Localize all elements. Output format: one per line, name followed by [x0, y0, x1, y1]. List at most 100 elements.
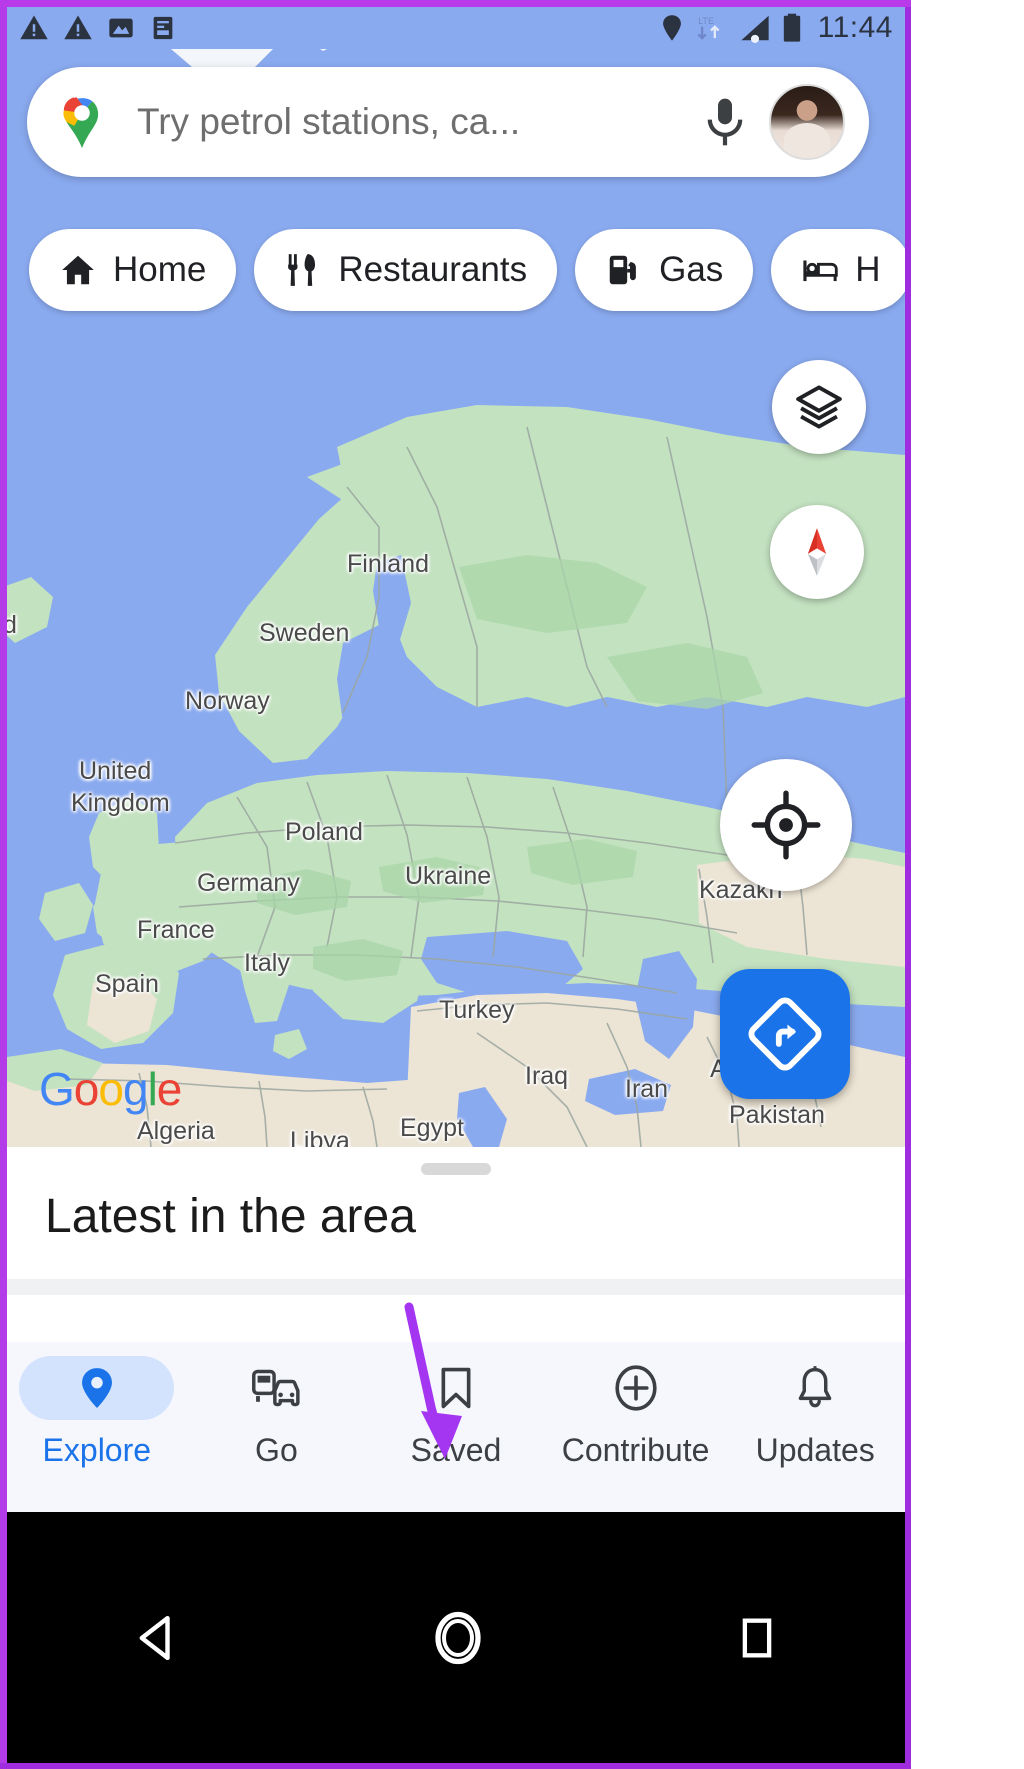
search-input[interactable]: Try petrol stations, ca...: [137, 101, 697, 143]
map-label: Algeria: [137, 1117, 215, 1145]
status-bar-clock: 11:44: [817, 11, 893, 44]
avatar[interactable]: [769, 84, 845, 160]
capture-border: [0, 1763, 911, 1769]
logo-letter: o: [73, 1063, 100, 1115]
chip-hotels[interactable]: H: [771, 228, 905, 311]
map-label: Iraq: [525, 1062, 569, 1090]
nav-icon-wrap: [738, 1356, 893, 1420]
compass-button[interactable]: [770, 505, 864, 599]
gas-pump-icon: [609, 255, 636, 284]
triangle-back-icon[interactable]: [129, 1610, 185, 1666]
google-logo: Google: [39, 1062, 183, 1116]
layers-button[interactable]: [772, 360, 866, 454]
svg-text:LTE: LTE: [698, 16, 714, 26]
plus-circle-icon: [614, 1365, 657, 1411]
warning-icon: [64, 15, 92, 40]
map-label: Pakistan: [729, 1101, 825, 1129]
bell-icon: [798, 1366, 832, 1408]
chip-label: Home: [113, 249, 207, 289]
hotel-bed-icon: [803, 260, 839, 281]
android-system-nav[interactable]: [7, 1512, 905, 1763]
logo-letter: g: [122, 1063, 149, 1115]
map-label: France: [137, 916, 215, 944]
logo-letter: G: [39, 1063, 75, 1115]
drag-handle-icon[interactable]: [421, 1163, 491, 1175]
map-label: Turkey: [439, 996, 515, 1024]
nav-item-updates[interactable]: Updates: [725, 1342, 905, 1469]
my-location-button[interactable]: [720, 759, 852, 891]
nav-item-saved[interactable]: Saved: [366, 1342, 546, 1469]
nav-item-explore[interactable]: Explore: [7, 1342, 187, 1469]
phone-screenshot: Finland Sweden Norway United Kingdom Pol…: [0, 0, 1024, 1769]
nav-icon-wrap: [558, 1356, 713, 1420]
sheet-divider: [7, 1279, 905, 1295]
status-bar-right: LTE 11:44: [660, 11, 893, 45]
location-icon: [662, 15, 681, 41]
bottom-sheet[interactable]: Latest in the area: [7, 1147, 905, 1342]
circle-home-icon[interactable]: [428, 1608, 488, 1668]
capture-border: [0, 0, 911, 7]
restaurant-icon: [288, 253, 316, 286]
nav-label: Saved: [410, 1432, 502, 1468]
crosshair-icon: [751, 790, 821, 860]
directions-fab[interactable]: [720, 969, 850, 1099]
chip-label: Restaurants: [338, 249, 528, 289]
directions-arrow-icon: [748, 997, 822, 1071]
map-label: Sweden: [259, 619, 350, 647]
image-icon: [109, 18, 133, 38]
battery-icon: [783, 13, 800, 42]
nav-icon-wrap: [199, 1356, 354, 1420]
logo-letter: o: [98, 1063, 124, 1115]
nav-item-go[interactable]: Go: [187, 1342, 367, 1469]
capture-border: [0, 0, 7, 1769]
chip-gas[interactable]: Gas: [575, 228, 754, 311]
logo-letter: l: [147, 1063, 158, 1115]
lte-data-icon: LTE: [697, 16, 720, 40]
commute-icon: [252, 1369, 300, 1407]
map-label: d: [7, 611, 17, 639]
map-label: Norway: [185, 687, 270, 715]
map-label: Germany: [197, 869, 300, 897]
square-recents-icon[interactable]: [731, 1612, 783, 1664]
nav-icon-wrap: [19, 1356, 175, 1420]
nav-label: Contribute: [561, 1432, 710, 1468]
compass-icon: [807, 528, 827, 576]
page-background: [911, 0, 1024, 1769]
map-label: Italy: [244, 949, 290, 977]
map-label: Finland: [347, 550, 429, 578]
phone-screen: Finland Sweden Norway United Kingdom Pol…: [7, 7, 905, 1763]
nav-item-contribute[interactable]: Contribute: [546, 1342, 726, 1469]
map-pin-icon: [81, 1368, 112, 1408]
chip-label: Gas: [659, 249, 724, 289]
status-bar-left: [19, 13, 177, 43]
map-label: Iran: [625, 1075, 669, 1103]
map-label: United: [79, 757, 152, 785]
map-label: Ukraine: [405, 862, 492, 890]
map-label: Spain: [95, 970, 159, 998]
microphone-icon[interactable]: [697, 94, 753, 150]
logo-letter: e: [156, 1063, 183, 1115]
map-label: Poland: [285, 818, 363, 846]
map-label: Libya: [290, 1127, 350, 1147]
nav-label: Updates: [755, 1432, 875, 1468]
nav-label: Go: [255, 1432, 298, 1468]
category-chips[interactable]: Home Restaurants Gas H: [7, 222, 905, 317]
capture-border: [905, 0, 911, 1769]
chip-label: H: [855, 249, 881, 289]
map-label: Kingdom: [71, 789, 170, 817]
bottom-navigation[interactable]: Explore Go Saved Contribute Updates: [7, 1342, 905, 1512]
home-icon: [62, 255, 94, 284]
signal-icon: [741, 15, 769, 43]
sheet-title: Latest in the area: [45, 1190, 416, 1243]
map-label: Egypt: [400, 1114, 464, 1142]
document-icon: [153, 16, 173, 40]
search-bar[interactable]: Try petrol stations, ca...: [27, 67, 869, 177]
warning-icon: [20, 15, 48, 40]
nav-label: Explore: [42, 1432, 152, 1468]
status-bar: LTE 11:44: [7, 7, 905, 49]
bookmark-icon: [441, 1367, 471, 1409]
chip-restaurants[interactable]: Restaurants: [254, 228, 558, 311]
layers-icon: [796, 385, 842, 429]
chip-home[interactable]: Home: [29, 228, 237, 311]
nav-icon-wrap: [378, 1356, 533, 1420]
